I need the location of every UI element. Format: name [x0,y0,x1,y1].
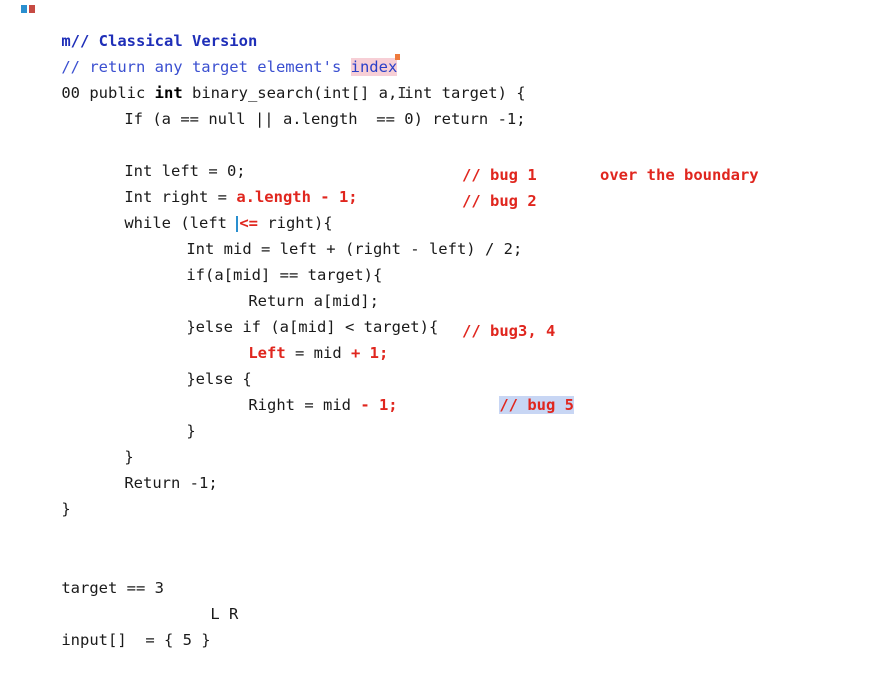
code-line-close-func: } [24,476,70,518]
pointers-text: L R [210,605,239,623]
return-comment-line: // return any target element's index [24,34,401,76]
close-func-brace: } [61,500,71,518]
return-neg-text: Return -1; [124,474,218,492]
null-check-text: If (a == null || a.length == 0) return -… [124,110,526,128]
code-line-null-check: If (a == null || a.length == 0) return -… [87,86,525,128]
input-text: input[] = { 5 } [61,631,211,649]
target-text: target == 3 [61,579,164,597]
code-line-return-mid: Return a[mid]; [211,268,379,310]
right-assign-prefix: Right = mid [248,396,361,414]
code-line-close-inner: } [149,398,195,440]
function-signature: 00 public int binary_search(int[] a,Iint… [24,60,525,102]
bug5-comment[interactable]: // bug 5 [499,396,574,414]
note-target: target == 3 [24,555,164,597]
header-line: m// Classical Version [21,5,257,50]
code-editor[interactable]: m// Classical Version // return any targ… [0,0,872,670]
code-line-else: }else { [149,346,251,388]
left-assign-bug: + 1; [350,344,389,362]
left-assign-mid: = mid [285,344,351,362]
left-assign-var: Left [248,344,286,362]
code-line-while: while (left <= right){ [87,190,332,232]
code-line-left-assign: Left = mid + 1; [211,320,388,362]
code-line-return-neg: Return -1; [87,450,217,492]
bug5-comment-line: // bug 5 [462,372,574,414]
gutter-marker-blue-icon [21,5,27,13]
code-line-right-assign: Right = mid - 1; [211,372,397,414]
gutter-marker-red-icon [29,5,35,13]
close-inner-brace: } [186,422,196,440]
code-line-left-init: Int left = 0; [87,138,245,180]
code-line-close-while: } [87,424,133,466]
note-pointers: L R [173,581,238,623]
code-line-right-init: Int right = a.length - 1; [87,164,357,206]
right-assign-bug: - 1; [360,396,398,414]
code-line-else-if: }else if (a[mid] < target){ [149,294,438,336]
note-input: input[] = { 5 } [24,607,210,649]
bug34-comment: // bug3, 4 [462,322,556,340]
bug1-comment: // bug 1 [462,166,537,184]
bug1-note: over the boundary [600,166,759,184]
code-line-mid: Int mid = left + (right - left) / 2; [149,216,522,258]
bug2-comment: // bug 2 [462,192,537,210]
code-line-if-equal: if(a[mid] == target){ [149,242,382,284]
